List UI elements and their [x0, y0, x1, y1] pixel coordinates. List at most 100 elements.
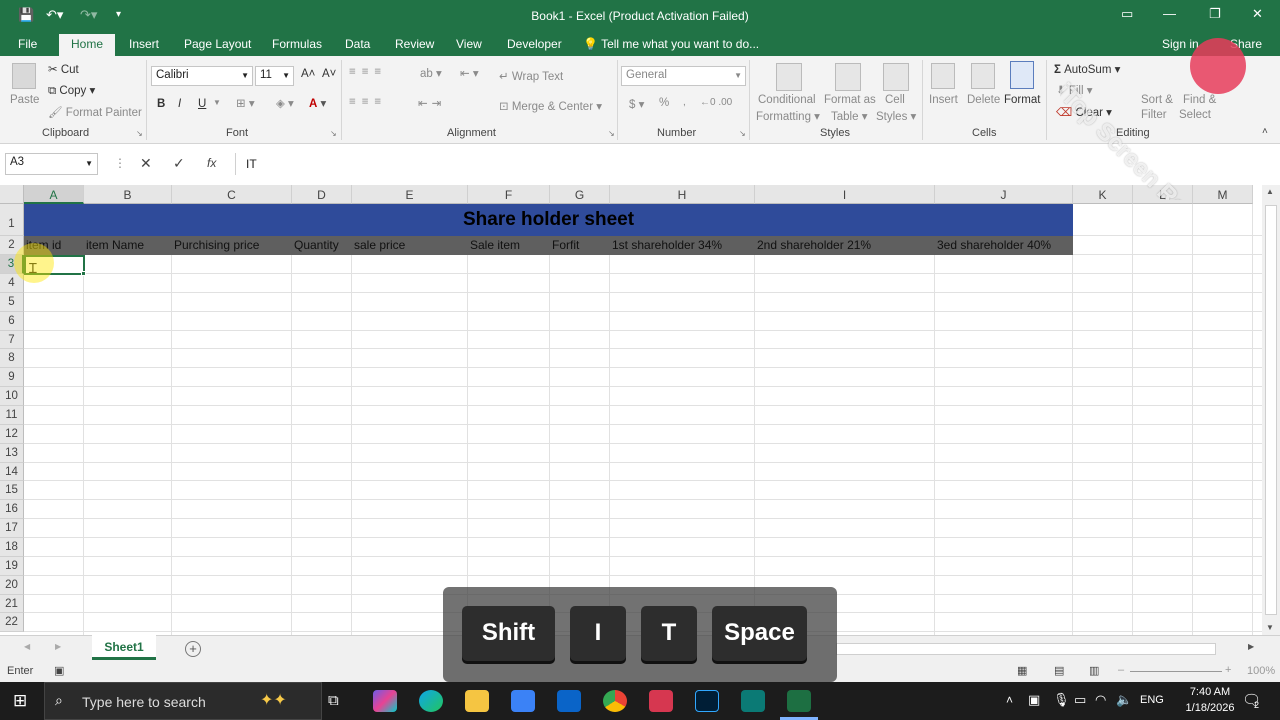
- scroll-up-icon[interactable]: ▲: [1266, 187, 1274, 196]
- scroll-down-icon[interactable]: ▼: [1266, 623, 1274, 632]
- merge-center-button[interactable]: ⊡ Merge & Center ▾: [499, 99, 602, 113]
- clock-date[interactable]: 1/18/2026: [1180, 702, 1240, 714]
- column-header[interactable]: I: [755, 185, 935, 204]
- sheet-title-cell[interactable]: Share holder sheet: [24, 204, 1073, 236]
- row-header[interactable]: 20: [0, 575, 24, 595]
- tab-formulas[interactable]: Formulas: [272, 37, 322, 51]
- row-header[interactable]: 16: [0, 500, 24, 520]
- delete-cells-icon[interactable]: [971, 63, 995, 89]
- row-header[interactable]: 14: [0, 462, 24, 482]
- cell-styles-button-2[interactable]: Styles ▾: [876, 109, 916, 123]
- row-header[interactable]: 6: [0, 311, 24, 331]
- macro-record-icon[interactable]: ▣: [54, 664, 64, 677]
- tab-file[interactable]: File: [18, 37, 37, 51]
- row-header[interactable]: 1: [0, 204, 24, 236]
- store-icon[interactable]: [511, 690, 535, 712]
- indent-icon[interactable]: ⇤ ▾: [460, 66, 479, 80]
- insert-function-icon[interactable]: fx: [207, 156, 216, 170]
- format-as-table-button[interactable]: Format as: [824, 94, 876, 106]
- header-cell[interactable]: 1st shareholder 34%: [612, 237, 755, 254]
- cell-styles-icon[interactable]: [883, 63, 909, 91]
- edge-icon[interactable]: [419, 690, 443, 712]
- row-header[interactable]: 22: [0, 613, 24, 633]
- delete-cells-button[interactable]: Delete: [967, 94, 1000, 106]
- screen-recorder-icon[interactable]: [649, 690, 673, 712]
- conditional-formatting-button[interactable]: Conditional: [758, 94, 816, 106]
- row-header[interactable]: 18: [0, 538, 24, 557]
- comma-style-icon[interactable]: ,: [683, 97, 686, 108]
- column-header[interactable]: K: [1073, 185, 1133, 204]
- ribbon-display-icon[interactable]: ▭: [1121, 6, 1133, 22]
- outlook-icon[interactable]: [557, 690, 581, 712]
- collapse-ribbon-icon[interactable]: ˄: [1262, 126, 1268, 137]
- wifi-icon[interactable]: ◠: [1095, 692, 1106, 708]
- dialog-launcher-icon[interactable]: ↘: [739, 129, 746, 138]
- insert-cells-icon[interactable]: [931, 63, 955, 89]
- header-cell[interactable]: 2nd shareholder 21%: [757, 237, 935, 254]
- currency-button[interactable]: $ ▾: [629, 97, 644, 111]
- task-view-icon[interactable]: ⧉: [328, 692, 339, 709]
- windows-start-icon[interactable]: ⊞: [13, 691, 27, 711]
- column-header[interactable]: C: [172, 185, 292, 204]
- format-as-table-icon[interactable]: [835, 63, 861, 91]
- tab-view[interactable]: View: [456, 37, 482, 51]
- sort-filter-button[interactable]: Sort &: [1141, 94, 1173, 106]
- sign-in-link[interactable]: Sign in: [1162, 37, 1199, 51]
- vertical-align-icons[interactable]: ≡≡≡: [349, 66, 387, 78]
- autosum-button[interactable]: Σ AutoSum ▾: [1054, 62, 1120, 76]
- column-header[interactable]: E: [352, 185, 468, 204]
- column-header[interactable]: L: [1133, 185, 1193, 204]
- find-select-button-2[interactable]: Select: [1179, 109, 1211, 121]
- row-header[interactable]: 15: [0, 481, 24, 501]
- header-cell[interactable]: 3ed shareholder 40%: [937, 237, 1073, 254]
- header-cell[interactable]: sale price: [354, 237, 468, 254]
- borders-icon[interactable]: ⊞ ▾: [236, 96, 255, 110]
- tab-data[interactable]: Data: [345, 37, 370, 51]
- decrease-font-icon[interactable]: A˅: [322, 68, 336, 80]
- column-header[interactable]: F: [468, 185, 550, 204]
- underline-button[interactable]: U: [198, 98, 206, 110]
- page-layout-view-icon[interactable]: ▤: [1054, 664, 1064, 677]
- header-cell[interactable]: Forfit: [552, 237, 610, 254]
- column-header[interactable]: M: [1193, 185, 1253, 204]
- dialog-launcher-icon[interactable]: ↘: [608, 129, 615, 138]
- number-format-select[interactable]: General ▼: [621, 66, 746, 86]
- format-painter-button[interactable]: 🖌 Format Painter: [48, 105, 142, 119]
- column-header[interactable]: G: [550, 185, 610, 204]
- sort-filter-button-2[interactable]: Filter: [1141, 109, 1167, 121]
- column-header[interactable]: B: [84, 185, 172, 204]
- photoshop-icon[interactable]: [695, 690, 719, 712]
- format-as-table-button-2[interactable]: Table ▾: [831, 109, 867, 123]
- microphone-icon[interactable]: 🎙: [1053, 692, 1070, 708]
- clock-time[interactable]: 7:40 AM: [1180, 686, 1240, 698]
- cut-button[interactable]: ✂ Cut: [48, 62, 79, 76]
- column-header[interactable]: D: [292, 185, 352, 204]
- next-sheet-icon[interactable]: ▶: [55, 642, 61, 651]
- indent-buttons-icon[interactable]: ⇤⇥: [418, 96, 445, 110]
- horizontal-scrollbar[interactable]: [836, 643, 1216, 655]
- column-header[interactable]: H: [610, 185, 755, 204]
- row-header[interactable]: 21: [0, 594, 24, 614]
- tray-app-icon[interactable]: ▣: [1028, 692, 1040, 708]
- chrome-icon[interactable]: [603, 690, 627, 712]
- tab-page-layout[interactable]: Page Layout: [184, 37, 251, 51]
- row-header[interactable]: 12: [0, 424, 24, 444]
- conditional-formatting-button-2[interactable]: Formatting ▾: [756, 109, 820, 123]
- insert-cells-button[interactable]: Insert: [929, 94, 958, 106]
- font-name-select[interactable]: Calibri ▼: [151, 66, 253, 86]
- percent-button[interactable]: %: [659, 97, 669, 109]
- add-sheet-icon[interactable]: +: [185, 641, 201, 657]
- close-button[interactable]: ✕: [1252, 6, 1263, 22]
- tab-review[interactable]: Review: [395, 37, 434, 51]
- scroll-right-icon[interactable]: ▶: [1248, 642, 1254, 651]
- font-color-icon[interactable]: A ▾: [309, 96, 326, 110]
- app-icon[interactable]: [741, 690, 765, 712]
- font-size-select[interactable]: 11 ▼: [255, 66, 294, 86]
- row-header[interactable]: 19: [0, 556, 24, 576]
- tray-expand-icon[interactable]: ˄: [1006, 693, 1013, 707]
- horizontal-align-icons[interactable]: ≡≡≡: [349, 96, 387, 108]
- row-header[interactable]: 17: [0, 519, 24, 539]
- zoom-slider[interactable]: [1130, 671, 1222, 672]
- fill-handle[interactable]: [81, 271, 86, 276]
- paste-button[interactable]: Paste: [10, 94, 39, 106]
